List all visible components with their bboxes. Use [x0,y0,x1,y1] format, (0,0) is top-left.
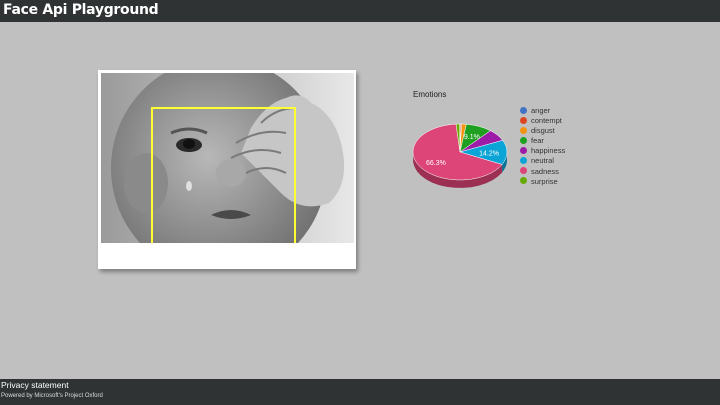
pie-data-label-neutral: 14.2% [479,150,499,157]
emotions-chart: Emotions 9.1% 14.2% 66.3% anger contempt dis… [405,85,585,225]
legend-swatch [520,136,527,144]
legend-item-disgust[interactable]: disgust [520,126,565,136]
face-detection-box [151,107,296,243]
legend-swatch [520,106,527,114]
legend-item-sadness[interactable]: sadness [520,167,565,177]
legend-label: surprise [531,176,558,186]
chart-legend: anger contempt disgust fear happiness neutral… [520,106,565,187]
pie-data-label-sadness: 66.3% [426,160,446,167]
legend-item-surprise[interactable]: surprise [520,177,565,187]
legend-label: neutral [531,156,554,166]
powered-by-text: Powered by Microsoft's Project Oxford [1,393,103,399]
app-footer: Privacy statement Powered by Microsoft's… [0,379,720,405]
privacy-statement-link[interactable]: Privacy statement [1,380,69,390]
legend-swatch [520,177,527,185]
legend-swatch [520,156,527,164]
legend-item-contempt[interactable]: contempt [520,116,565,126]
legend-label: happiness [531,146,566,156]
legend-label: anger [531,106,551,115]
legend-swatch [520,126,527,134]
legend-item-fear[interactable]: fear [520,136,565,146]
legend-swatch [520,116,527,124]
photo-card [98,70,356,269]
legend-item-happiness[interactable]: happiness [520,146,565,156]
emotions-pie: 9.1%14.2%66.3% [412,123,508,188]
legend-label: contempt [531,116,562,126]
legend-item-anger[interactable]: anger [520,106,565,116]
app-header: Face Api Playground [0,0,720,22]
legend-label: disgust [531,126,555,136]
legend-label: fear [531,136,544,146]
analyzed-photo [101,73,354,243]
legend-swatch [520,146,527,154]
legend-label: sadness [531,166,559,176]
legend-swatch [520,167,527,175]
app-title: Face Api Playground [3,2,159,18]
legend-item-neutral[interactable]: neutral [520,156,565,166]
